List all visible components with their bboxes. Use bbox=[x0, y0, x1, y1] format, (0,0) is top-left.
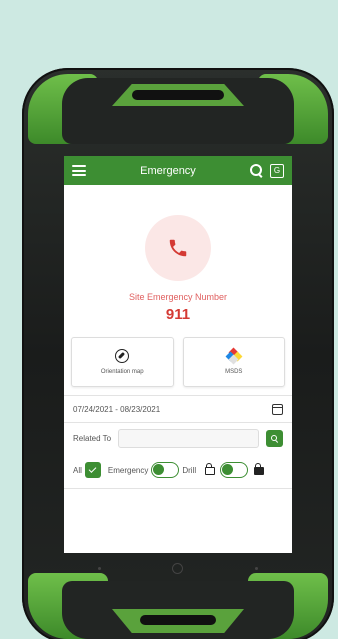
emergency-label: Emergency bbox=[107, 465, 149, 475]
site-emergency-label: Site Emergency Number bbox=[128, 292, 228, 302]
translate-icon[interactable]: G bbox=[270, 163, 284, 178]
toggle-knob bbox=[153, 464, 165, 475]
hazard-diamond-icon bbox=[225, 347, 243, 365]
related-search-button[interactable] bbox=[266, 430, 283, 447]
page-title: Emergency bbox=[140, 164, 196, 177]
phone-icon bbox=[169, 239, 187, 257]
msds-card[interactable]: MSDS bbox=[182, 337, 285, 387]
all-label: All bbox=[73, 465, 82, 475]
msds-label: MSDS bbox=[225, 369, 243, 375]
toggle-knob bbox=[222, 464, 234, 475]
compass-icon bbox=[115, 349, 130, 363]
back-key-icon[interactable] bbox=[97, 566, 101, 570]
all-checkbox[interactable] bbox=[84, 462, 101, 478]
date-range-text: 07/24/2021 - 08/23/2021 bbox=[73, 404, 161, 414]
search-icon bbox=[270, 434, 279, 443]
date-range-row[interactable]: 07/24/2021 - 08/23/2021 bbox=[64, 398, 292, 420]
lock-icon bbox=[254, 463, 265, 476]
related-to-input[interactable] bbox=[118, 429, 259, 448]
search-icon[interactable] bbox=[250, 163, 264, 178]
emergency-number: 911 bbox=[165, 306, 191, 323]
orientation-map-label: Orientation map bbox=[100, 369, 144, 375]
home-key-icon[interactable] bbox=[172, 562, 184, 574]
rugged-phone-device: Emergency G Site Emergency Number 911 Or… bbox=[22, 68, 334, 639]
emergency-drill-toggle[interactable] bbox=[151, 462, 180, 478]
unlock-icon bbox=[205, 463, 216, 476]
divider bbox=[64, 422, 292, 423]
divider bbox=[64, 488, 292, 489]
app-screen: Emergency G Site Emergency Number 911 Or… bbox=[64, 156, 292, 553]
lock-toggle[interactable] bbox=[220, 462, 249, 478]
recents-key-icon[interactable] bbox=[255, 566, 259, 570]
related-to-label: Related To bbox=[73, 434, 112, 443]
quick-cards: Orientation map MSDS bbox=[64, 337, 292, 387]
orientation-map-card[interactable]: Orientation map bbox=[71, 337, 174, 387]
calendar-icon[interactable] bbox=[272, 403, 283, 415]
soft-keys bbox=[62, 558, 294, 578]
drill-label: Drill bbox=[182, 465, 197, 475]
app-bar: Emergency G bbox=[64, 156, 292, 185]
filter-row: All Emergency Drill bbox=[64, 462, 292, 478]
related-to-row: Related To bbox=[64, 429, 292, 448]
hamburger-menu-icon[interactable] bbox=[72, 165, 86, 176]
call-button[interactable] bbox=[145, 215, 211, 281]
bottom-speaker bbox=[140, 615, 216, 625]
emergency-call-section: Site Emergency Number 911 bbox=[64, 185, 292, 323]
divider bbox=[64, 395, 292, 396]
earpiece-speaker bbox=[132, 90, 224, 100]
